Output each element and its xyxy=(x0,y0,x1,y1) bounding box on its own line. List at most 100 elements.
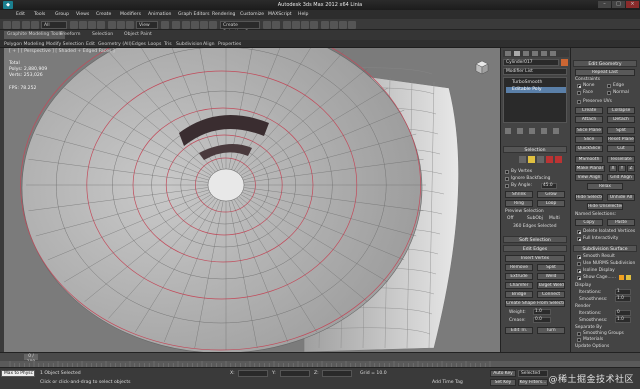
motion-tab-icon[interactable] xyxy=(532,51,538,56)
grow-button[interactable]: Grow xyxy=(537,191,565,198)
menu-edit[interactable]: Edit xyxy=(16,12,25,17)
hierarchy-tab-icon[interactable] xyxy=(523,51,529,56)
menu-views[interactable]: Views xyxy=(76,12,89,17)
snap-icon[interactable] xyxy=(182,20,190,29)
menu-create[interactable]: Create xyxy=(96,12,111,17)
auto-key-button[interactable]: Auto Key xyxy=(490,370,516,377)
create-shape-button[interactable]: Create Shape From Selection xyxy=(505,300,565,307)
menu-graph-editors[interactable]: Graph Editors xyxy=(178,12,210,17)
smooth-result-checkbox[interactable] xyxy=(577,255,581,259)
edit-geometry-rollout[interactable]: Edit Geometry xyxy=(573,60,637,67)
shrink-button[interactable]: Shrink xyxy=(505,191,533,198)
unlink-icon[interactable] xyxy=(31,20,39,29)
edge-mode-icon[interactable] xyxy=(528,156,535,163)
add-time-tag[interactable]: Add Time Tag xyxy=(432,380,463,385)
subdivision-surface-rollout[interactable]: Subdivision Surface xyxy=(573,245,637,252)
split-toggle[interactable]: Split xyxy=(607,127,635,134)
view-align-button[interactable]: View Align xyxy=(575,174,603,181)
remove-modifier-icon[interactable] xyxy=(541,128,547,134)
paste-button[interactable]: Paste xyxy=(607,219,635,226)
vertex-mode-icon[interactable] xyxy=(519,156,526,163)
detach-button[interactable]: Detach xyxy=(607,116,635,123)
configure-sets-icon[interactable] xyxy=(553,128,559,134)
z-coord-field[interactable] xyxy=(322,370,352,377)
ignore-backfacing-checkbox[interactable] xyxy=(505,177,509,181)
object-name-field[interactable]: Cylinder017 xyxy=(503,59,559,66)
render-setup-icon[interactable] xyxy=(330,20,338,29)
rect-selection-icon[interactable] xyxy=(88,20,96,29)
target-weld-button[interactable]: Target Weld xyxy=(537,282,565,289)
smoothing-groups-checkbox[interactable] xyxy=(577,332,581,336)
maxscript-listener[interactable]: Max to Physc xyxy=(1,370,35,377)
extrude-button[interactable]: Extrude xyxy=(505,273,533,280)
move-icon[interactable] xyxy=(108,20,116,29)
constraint-normal-radio[interactable] xyxy=(607,91,611,95)
key-filters-button[interactable]: Key Filters... xyxy=(518,379,548,386)
redo-icon[interactable] xyxy=(12,20,20,29)
menu-modifiers[interactable]: Modifiers xyxy=(120,12,141,17)
display-iterations-spinner[interactable]: 1 xyxy=(615,289,631,295)
panel-align[interactable]: Align xyxy=(203,42,215,47)
insert-vertex-button[interactable]: Insert Vertex xyxy=(505,255,565,262)
time-slider[interactable]: 0 / 100 xyxy=(0,352,640,365)
by-angle-spinner[interactable]: 45.0 xyxy=(541,183,557,189)
create-tab-icon[interactable] xyxy=(505,51,511,56)
constraint-none-radio[interactable] xyxy=(577,84,581,88)
preserve-uvs-checkbox[interactable] xyxy=(577,100,581,104)
planar-z-button[interactable]: Z xyxy=(627,165,635,172)
soft-selection-rollout[interactable]: Soft Selection xyxy=(503,236,567,243)
use-nurms-checkbox[interactable] xyxy=(577,262,581,266)
schematic-icon[interactable] xyxy=(310,20,318,29)
panel-edit[interactable]: Edit xyxy=(86,42,95,47)
by-vertex-checkbox[interactable] xyxy=(505,170,509,174)
named-selection-dropdown[interactable]: Create Selection Se xyxy=(220,20,260,35)
reset-plane-button[interactable]: Reset Plane xyxy=(607,136,635,143)
bridge-button[interactable]: Bridge xyxy=(505,291,533,298)
layer-icon[interactable] xyxy=(283,20,291,29)
menu-rendering[interactable]: Rendering xyxy=(212,12,235,17)
panel-polygon-modeling[interactable]: Polygon Modeling xyxy=(4,42,44,47)
material-editor-icon[interactable] xyxy=(321,20,329,29)
modifier-list-dropdown[interactable]: Modifier List xyxy=(503,68,567,75)
scale-icon[interactable] xyxy=(126,20,134,29)
select-object-icon[interactable] xyxy=(70,20,78,29)
cage-color-swatch[interactable] xyxy=(619,275,624,280)
menu-tools[interactable]: Tools xyxy=(34,12,45,17)
attach-button[interactable]: Attach xyxy=(575,116,603,123)
tab-selection[interactable]: Selection xyxy=(92,32,113,37)
mirror-icon[interactable] xyxy=(263,20,271,29)
selection-rollout-title[interactable]: Selection xyxy=(503,146,567,153)
cut-button[interactable]: Cut xyxy=(607,145,635,152)
stack-item-turbosmooth[interactable]: TurboSmooth xyxy=(506,80,566,86)
panel-tris[interactable]: Tris xyxy=(164,42,172,47)
slice-button[interactable]: Slice xyxy=(575,136,603,143)
cage-selected-color-swatch[interactable] xyxy=(626,275,631,280)
maximize-button[interactable]: □ xyxy=(612,1,625,8)
undo-icon[interactable] xyxy=(3,20,11,29)
element-mode-icon[interactable] xyxy=(555,156,562,163)
repeat-last-button[interactable]: Repeat Last xyxy=(575,69,635,76)
panel-properties[interactable]: Properties xyxy=(218,42,241,47)
render-icon[interactable] xyxy=(348,20,356,29)
display-smoothness-spinner[interactable]: 1.0 xyxy=(615,296,631,302)
tab-object-paint[interactable]: Object Paint xyxy=(124,32,152,37)
by-angle-checkbox[interactable] xyxy=(505,184,509,188)
constraint-edge-radio[interactable] xyxy=(607,84,611,88)
edit-edges-rollout[interactable]: Edit Edges xyxy=(503,245,567,252)
percent-snap-icon[interactable] xyxy=(200,20,208,29)
time-slider-thumb[interactable]: 0 / 100 xyxy=(24,354,38,365)
select-by-name-icon[interactable] xyxy=(79,20,87,29)
close-button[interactable]: × xyxy=(626,1,639,8)
render-iterations-spinner[interactable]: 0 xyxy=(615,310,631,316)
hide-unselected-button[interactable]: Hide Unselected xyxy=(587,203,623,210)
show-end-result-icon[interactable] xyxy=(517,128,523,134)
tessellate-button[interactable]: Tessellate xyxy=(607,156,635,163)
object-color-swatch[interactable] xyxy=(561,59,568,66)
chamfer-button[interactable]: Chamfer xyxy=(505,282,533,289)
weld-button[interactable]: Weld xyxy=(537,273,565,280)
panel-subdivision[interactable]: Subdivision xyxy=(176,42,202,47)
display-tab-icon[interactable] xyxy=(541,51,547,56)
viewport-label[interactable]: [ + ] [ Perspective ] [ Shaded + Edged F… xyxy=(9,49,115,54)
panel-modify-selection[interactable]: Modify Selection xyxy=(46,42,84,47)
viewcube-icon[interactable] xyxy=(472,58,490,76)
